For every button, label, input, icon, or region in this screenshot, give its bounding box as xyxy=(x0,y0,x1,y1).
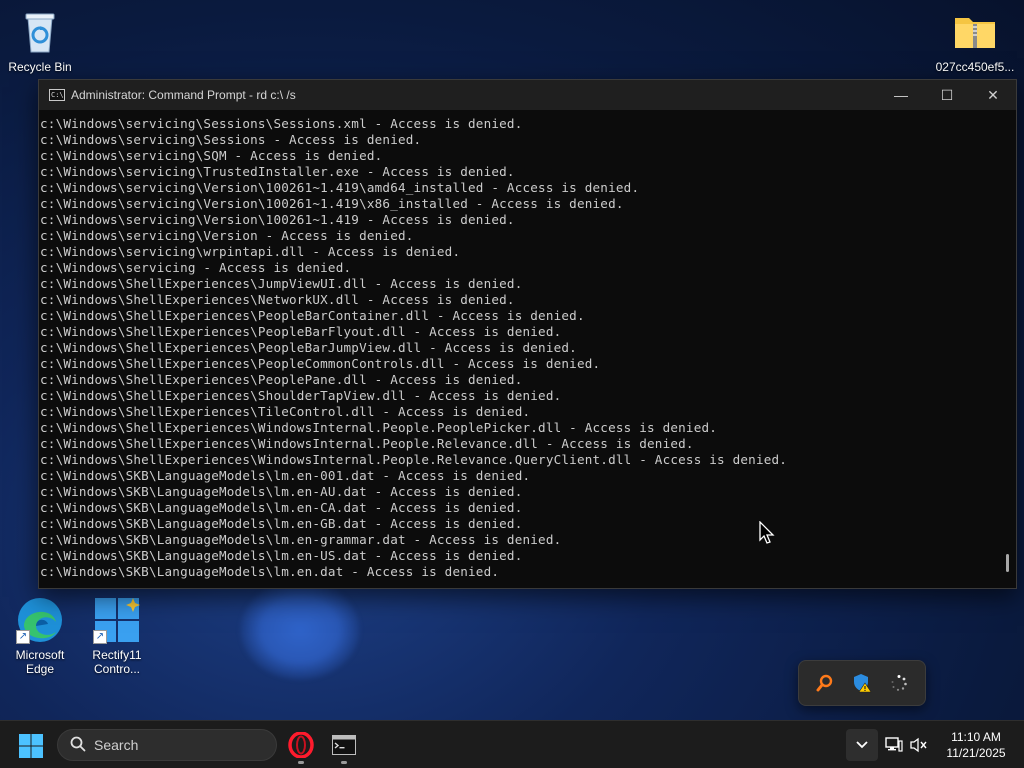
zip-folder-icon xyxy=(951,8,999,56)
terminal-line: c:\Windows\SKB\LanguageModels\lm.en-CA.d… xyxy=(40,500,523,515)
terminal-line: c:\Windows\SKB\LanguageModels\lm.en-001.… xyxy=(40,468,531,483)
minimize-button[interactable]: — xyxy=(878,80,924,110)
terminal-line: c:\Windows\SKB\LanguageModels\lm.en-gram… xyxy=(40,532,562,547)
terminal-line: c:\Windows\servicing\Version - Access is… xyxy=(40,228,414,243)
terminal-line: c:\Windows\ShellExperiences\PeopleBarJum… xyxy=(40,340,577,355)
command-prompt-icon xyxy=(332,735,356,755)
desktop-icon-label: Recycle Bin xyxy=(8,60,72,74)
taskbar: Search 11:10 AM 11/21/2025 xyxy=(0,720,1024,768)
volume-muted-icon[interactable] xyxy=(909,735,929,755)
desktop-icon-label: 027cc450ef5... xyxy=(935,60,1015,74)
terminal-line: c:\Windows\ShellExperiences\TileControl.… xyxy=(40,404,531,419)
clock-time: 11:10 AM xyxy=(951,730,1001,744)
terminal-line: c:\Windows\servicing - Access is denied. xyxy=(40,260,352,275)
terminal-line: c:\Windows\ShellExperiences\ShoulderTapV… xyxy=(40,388,562,403)
terminal-line: c:\Windows\ShellExperiences\WindowsInter… xyxy=(40,420,718,435)
rectify11-icon: ↗ xyxy=(93,596,141,644)
terminal-line: c:\Windows\ShellExperiences\PeopleBarCon… xyxy=(40,308,585,323)
desktop-icon-rectify11[interactable]: ↗ Rectify11 Contro... xyxy=(77,596,157,676)
windows-logo-icon xyxy=(19,734,43,758)
clock-date: 11/21/2025 xyxy=(946,746,1006,760)
terminal-line: c:\Windows\servicing\Sessions - Access i… xyxy=(40,132,422,147)
terminal-line: c:\Windows\SKB\LanguageModels\lm.en-AU.d… xyxy=(40,484,523,499)
terminal-line: c:\Windows\servicing\Version\100261~1.41… xyxy=(40,180,640,195)
terminal-line: c:\Windows\servicing\Version\100261~1.41… xyxy=(40,212,515,227)
desktop-icon-label: Rectify11 Contro... xyxy=(92,648,142,676)
running-indicator xyxy=(298,761,304,764)
vertical-scrollbar[interactable] xyxy=(998,110,1016,588)
search-label: Search xyxy=(94,737,139,753)
maximize-button[interactable]: ☐ xyxy=(924,80,970,110)
taskbar-search-box[interactable]: Search xyxy=(57,729,277,761)
terminal-line: c:\Windows\servicing\Sessions\Sessions.x… xyxy=(40,116,523,131)
desktop-icon-label: Microsoft Edge xyxy=(15,648,65,676)
scrollbar-thumb[interactable] xyxy=(1006,554,1009,572)
opera-browser-icon xyxy=(288,732,314,758)
desktop-icon-zip-folder[interactable]: 027cc450ef5... xyxy=(935,8,1015,74)
desktop-icon-edge[interactable]: ↗ Microsoft Edge xyxy=(0,596,80,676)
start-button[interactable] xyxy=(18,733,44,759)
desktop-icon-recycle-bin[interactable]: Recycle Bin xyxy=(0,8,80,74)
wallpaper-glow xyxy=(240,580,360,680)
terminal-line: c:\Windows\ShellExperiences\JumpViewUI.d… xyxy=(40,276,523,291)
shortcut-arrow-icon: ↗ xyxy=(16,630,30,644)
tray-overflow-flyout xyxy=(798,660,926,706)
terminal-line: c:\Windows\ShellExperiences\PeoplePane.d… xyxy=(40,372,523,387)
window-titlebar[interactable]: C:\ Administrator: Command Prompt - rd c… xyxy=(39,80,1016,110)
taskbar-app-command-prompt[interactable] xyxy=(326,727,362,764)
terminal-line: c:\Windows\servicing\SQM - Access is den… xyxy=(40,148,383,163)
terminal-line: c:\Windows\servicing\wrpintapi.dll - Acc… xyxy=(40,244,461,259)
terminal-line: c:\Windows\ShellExperiences\PeopleCommon… xyxy=(40,356,601,371)
edge-icon: ↗ xyxy=(16,596,64,644)
close-button[interactable]: ✕ xyxy=(970,80,1016,110)
search-tool-icon[interactable] xyxy=(811,669,839,697)
show-hidden-icons-button[interactable] xyxy=(846,729,878,761)
terminal-line: c:\Windows\ShellExperiences\PeopleBarFly… xyxy=(40,324,562,339)
window-title: Administrator: Command Prompt - rd c:\ /… xyxy=(71,88,296,102)
terminal-line: c:\Windows\servicing\TrustedInstaller.ex… xyxy=(40,164,515,179)
terminal-line: c:\Windows\SKB\LanguageModels\lm.en-GB.d… xyxy=(40,516,523,531)
terminal-line: c:\Windows\ShellExperiences\NetworkUX.dl… xyxy=(40,292,515,307)
terminal-line: c:\Windows\ShellExperiences\WindowsInter… xyxy=(40,436,694,451)
search-icon xyxy=(70,736,86,755)
chevron-down-icon xyxy=(856,741,868,749)
terminal-line: c:\Windows\ShellExperiences\WindowsInter… xyxy=(40,452,788,467)
security-warning-icon[interactable] xyxy=(848,669,876,697)
terminal-line: c:\Windows\SKB\LanguageModels\lm.en-US.d… xyxy=(40,548,523,563)
taskbar-app-opera[interactable] xyxy=(283,727,319,764)
mouse-pointer-icon xyxy=(759,520,775,549)
recycle-bin-icon xyxy=(16,8,64,56)
shortcut-arrow-icon: ↗ xyxy=(93,630,107,644)
command-prompt-window[interactable]: C:\ Administrator: Command Prompt - rd c… xyxy=(38,79,1017,589)
terminal-output[interactable]: c:\Windows\servicing\Sessions\Sessions.x… xyxy=(39,110,998,588)
network-icon[interactable] xyxy=(884,735,904,755)
loading-spinner-icon[interactable] xyxy=(885,669,913,697)
command-prompt-app-icon: C:\ xyxy=(49,89,65,101)
terminal-line: c:\Windows\SKB\LanguageModels\lm.en.dat … xyxy=(40,564,500,579)
terminal-line: c:\Windows\servicing\Version\100261~1.41… xyxy=(40,196,624,211)
running-indicator xyxy=(341,761,347,764)
system-clock[interactable]: 11:10 AM 11/21/2025 xyxy=(936,729,1016,761)
